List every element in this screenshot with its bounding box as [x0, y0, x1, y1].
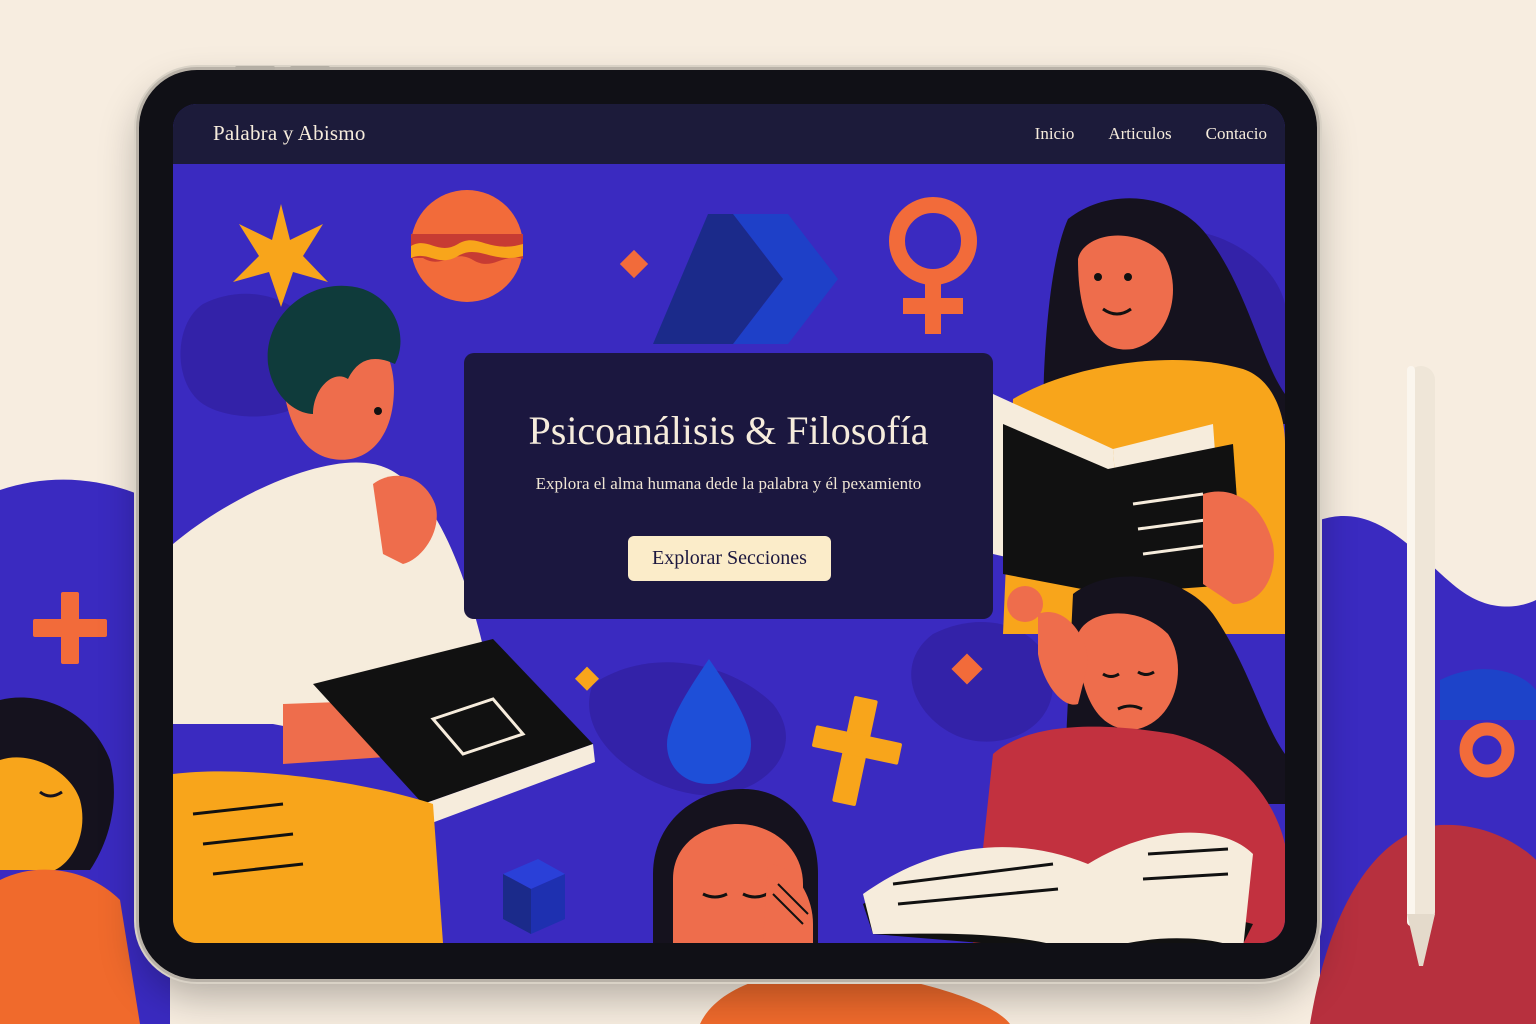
site-brand[interactable]: Palabra y Abismo	[213, 121, 366, 146]
tablet-screen: Palabra y Abismo Inicio Articulos Contac…	[173, 104, 1285, 943]
explore-sections-button[interactable]: Explorar Secciones	[628, 536, 831, 581]
nav-link-contacio[interactable]: Contacio	[1206, 124, 1267, 144]
cross-icon	[812, 696, 902, 806]
tablet-button	[235, 66, 275, 70]
stylus-pencil	[1407, 366, 1435, 966]
hero-card: Psicoanálisis & Filosofía Explora el alm…	[464, 353, 993, 619]
hero-subtitle: Explora el alma humana dede la palabra y…	[535, 474, 922, 493]
top-navbar: Palabra y Abismo Inicio Articulos Contac…	[173, 104, 1285, 164]
boy-figure	[653, 789, 818, 943]
nav-link-inicio[interactable]: Inicio	[1035, 124, 1075, 144]
cube-icon	[503, 859, 565, 934]
nav-link-articulos[interactable]: Articulos	[1108, 124, 1171, 144]
planet-icon	[411, 190, 523, 302]
diamond-icon	[619, 249, 649, 279]
woman-thinking-figure	[863, 576, 1285, 943]
hero-title: Psicoanálisis & Filosofía	[528, 408, 929, 453]
nav-links: Inicio Articulos Contacio	[1001, 124, 1267, 144]
venus-symbol-icon	[889, 197, 977, 334]
tablet-button	[290, 66, 330, 70]
